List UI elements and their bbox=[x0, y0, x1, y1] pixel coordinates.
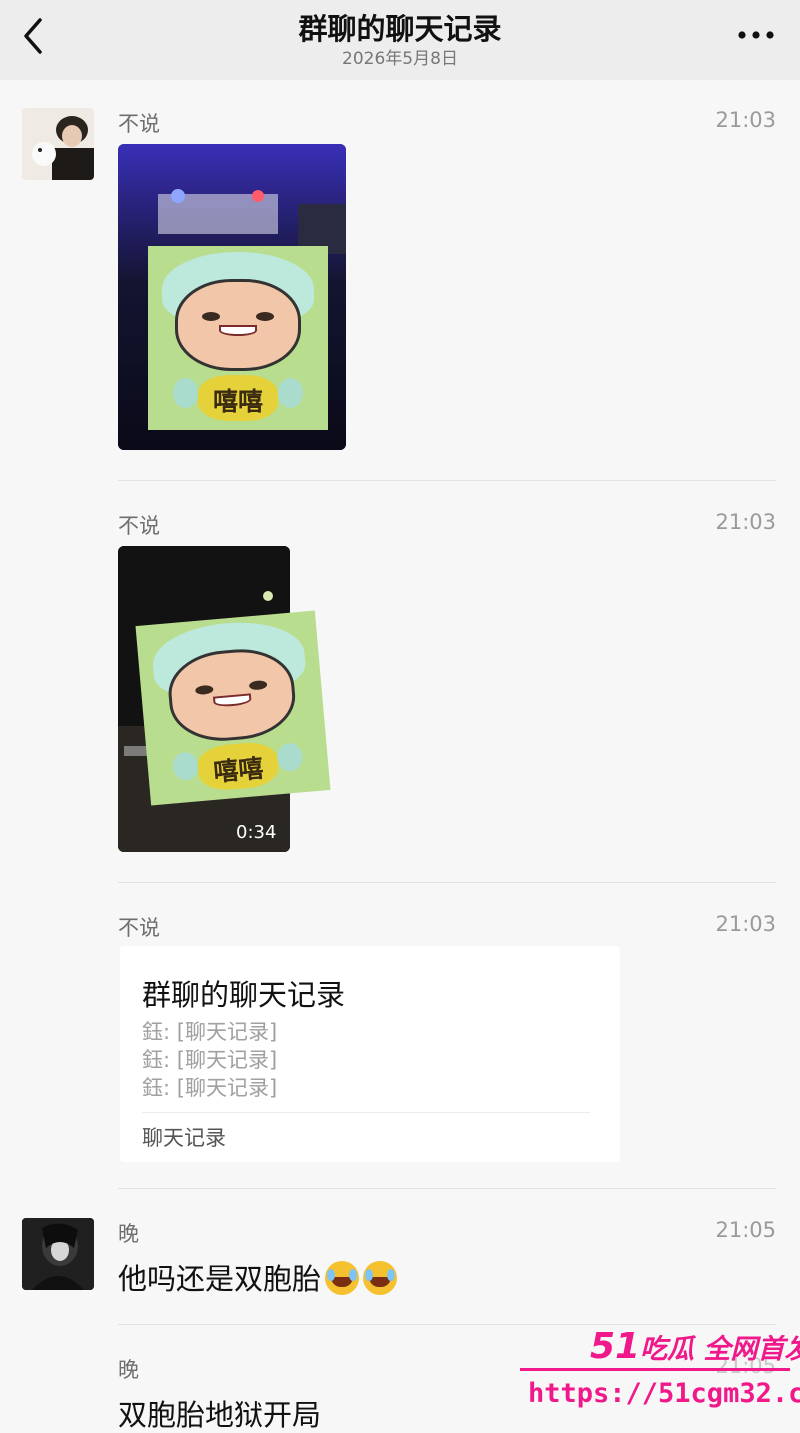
message-time: 21:03 bbox=[715, 108, 776, 132]
sticker-caption: 嘻嘻 bbox=[212, 387, 263, 417]
avatar[interactable] bbox=[22, 108, 94, 180]
watermark-url: https://51cgm32.com bbox=[528, 1378, 800, 1409]
top-bar: 群聊的聊天记录 2026年5月8日 bbox=[0, 0, 800, 80]
watermark-underline bbox=[520, 1368, 790, 1371]
watermark-brand: 51吃瓜 全网首发 bbox=[590, 1326, 800, 1367]
avatar-image bbox=[22, 1218, 94, 1290]
page-date: 2026年5月8日 bbox=[342, 49, 458, 69]
divider bbox=[118, 480, 776, 481]
laugh-cry-emoji-icon bbox=[325, 1261, 360, 1295]
message-text: 他吗还是双胞胎 bbox=[118, 1256, 398, 1298]
more-dots-icon bbox=[738, 31, 774, 39]
chat-record-card[interactable]: 群聊的聊天记录 鈺: [聊天记录] 鈺: [聊天记录] 鈺: [聊天记录] 聊天… bbox=[120, 946, 620, 1162]
sender-name: 晚 bbox=[118, 1358, 139, 1382]
divider bbox=[118, 1188, 776, 1189]
xixi-sticker: 嘻嘻 bbox=[135, 610, 331, 806]
sender-name: 不说 bbox=[118, 916, 160, 940]
card-footer: 聊天记录 bbox=[142, 1126, 226, 1150]
card-line: 鈺: [聊天记录] bbox=[142, 1048, 278, 1072]
sender-name: 不说 bbox=[118, 112, 160, 136]
card-line: 鈺: [聊天记录] bbox=[142, 1020, 278, 1044]
sender-name: 不说 bbox=[118, 514, 160, 538]
watermark-brand-text: 吃瓜 全网首发 bbox=[640, 1334, 800, 1365]
card-title: 群聊的聊天记录 bbox=[142, 978, 346, 1012]
message-time: 21:05 bbox=[715, 1218, 776, 1242]
avatar-image bbox=[22, 108, 94, 180]
more-button[interactable] bbox=[736, 22, 776, 48]
chat-record-list[interactable]: 不说 21:03 嘻嘻 不说 21:03 嘻嘻 0:34 不说 21:03 群聊… bbox=[0, 80, 800, 1433]
card-line: 鈺: [聊天记录] bbox=[142, 1076, 278, 1100]
avatar[interactable] bbox=[22, 1218, 94, 1290]
laugh-cry-emoji-icon bbox=[363, 1261, 398, 1295]
sender-name: 晚 bbox=[118, 1222, 139, 1246]
sticker-caption: 嘻嘻 bbox=[212, 753, 265, 788]
message-text: 双胞胎地狱开局 bbox=[118, 1398, 322, 1432]
message-time: 21:03 bbox=[715, 510, 776, 534]
divider bbox=[118, 1324, 776, 1325]
message-time: 21:03 bbox=[715, 912, 776, 936]
image-message[interactable]: 嘻嘻 bbox=[118, 144, 346, 450]
video-duration: 0:34 bbox=[236, 822, 277, 843]
message-text-content: 他吗还是双胞胎 bbox=[118, 1262, 322, 1296]
card-divider bbox=[142, 1112, 590, 1113]
divider bbox=[118, 882, 776, 883]
xixi-sticker: 嘻嘻 bbox=[148, 246, 328, 430]
watermark-number: 51 bbox=[590, 1326, 641, 1367]
page-title: 群聊的聊天记录 bbox=[298, 12, 502, 46]
